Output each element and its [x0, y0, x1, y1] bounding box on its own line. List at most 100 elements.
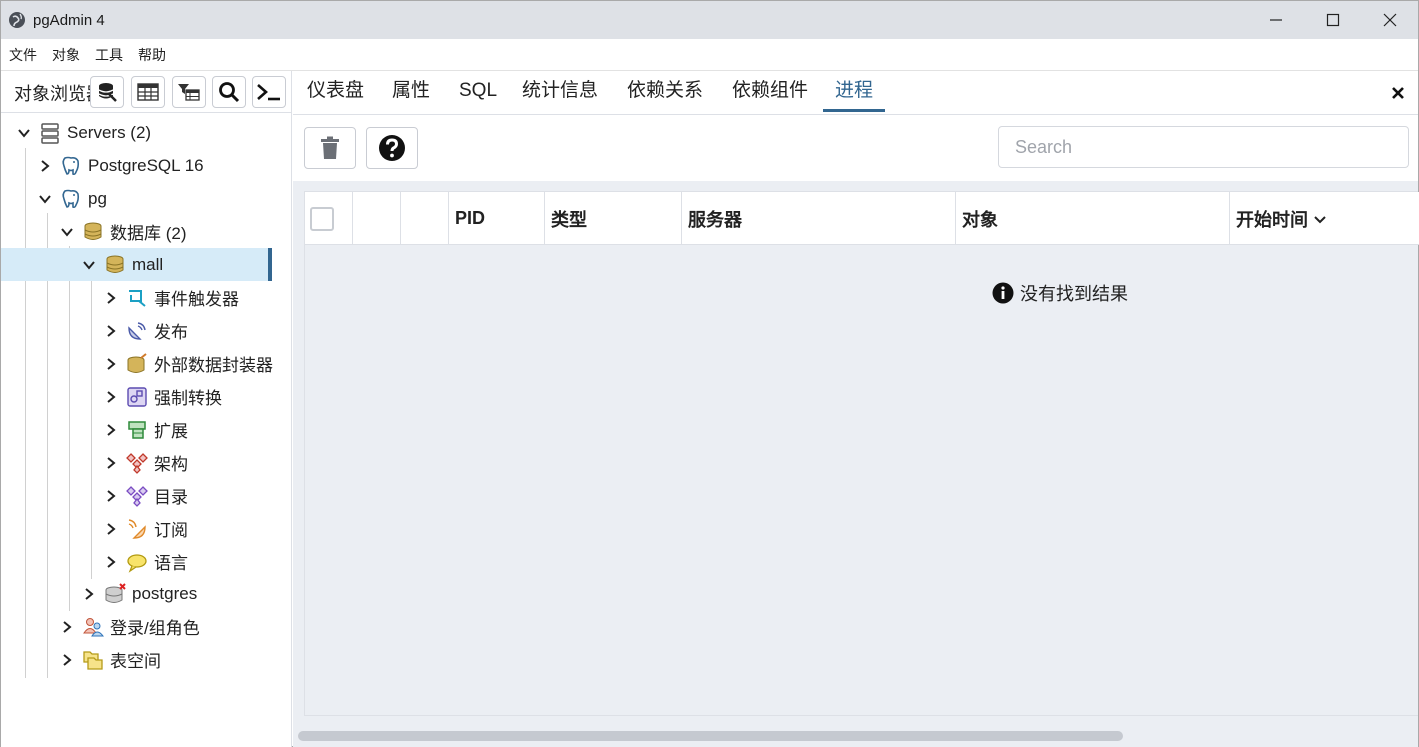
database-disconnected-icon: [104, 582, 126, 605]
query-tool-button[interactable]: [90, 76, 124, 108]
menu-file[interactable]: 文件: [9, 45, 37, 65]
process-toolbar: [293, 115, 1418, 181]
empty-message: 没有找到结果: [1020, 284, 1128, 304]
extension-icon: [126, 419, 148, 441]
chevron-right-icon[interactable]: [104, 423, 118, 437]
column-header-start-time[interactable]: 开始时间: [1230, 192, 1419, 245]
chevron-right-icon[interactable]: [104, 456, 118, 470]
tree-node-schemas[interactable]: 架构: [104, 446, 188, 479]
minimize-button[interactable]: [1248, 1, 1304, 39]
chevron-right-icon[interactable]: [104, 291, 118, 305]
menu-help[interactable]: 帮助: [138, 45, 166, 65]
tree-node-label: 强制转换: [154, 389, 222, 408]
tree-node-servers[interactable]: Servers (2): [17, 116, 151, 149]
tree-node-catalogs[interactable]: 目录: [104, 479, 188, 512]
tree-node-publications[interactable]: 发布: [104, 314, 188, 347]
roles-icon: [82, 616, 104, 638]
chevron-down-icon[interactable]: [17, 126, 31, 140]
app-globe-icon: [9, 12, 25, 28]
chevron-right-icon[interactable]: [38, 159, 52, 173]
tree-node-label: 发布: [154, 323, 188, 342]
chevron-down-icon[interactable]: [82, 258, 96, 272]
tree-node-postgresql-16[interactable]: PostgreSQL 16: [38, 149, 204, 182]
terminate-button[interactable]: [304, 127, 356, 169]
cast-icon: [126, 386, 148, 408]
chevron-right-icon[interactable]: [60, 653, 74, 667]
horizontal-scrollbar[interactable]: [293, 726, 1418, 747]
menu-object[interactable]: 对象: [52, 45, 80, 65]
subscription-icon: [126, 518, 148, 540]
tree-node-subscriptions[interactable]: 订阅: [104, 512, 188, 545]
column-header-server[interactable]: 服务器: [682, 192, 956, 245]
title-bar: pgAdmin 4: [1, 1, 1418, 39]
process-grid: PID 类型 服务器 对象 开始时间 没有找到结果: [304, 191, 1419, 716]
tab-dashboard[interactable]: 仪表盘: [295, 79, 376, 112]
trash-icon: [321, 136, 339, 159]
tree-node-tablespaces[interactable]: 表空间: [60, 643, 161, 676]
chevron-right-icon[interactable]: [104, 489, 118, 503]
maximize-button[interactable]: [1305, 1, 1361, 39]
tab-processes[interactable]: 进程: [823, 79, 886, 112]
postgres-elephant-icon: [60, 155, 82, 177]
column-header-type[interactable]: 类型: [545, 192, 682, 245]
chevron-right-icon[interactable]: [104, 555, 118, 569]
table-grid-icon: [137, 83, 159, 101]
view-data-button[interactable]: [131, 76, 165, 108]
fdw-icon: [126, 352, 148, 375]
search-icon: [219, 82, 240, 103]
tree-node-fdw[interactable]: 外部数据封装器: [104, 347, 273, 380]
tree-node-label: 外部数据封装器: [154, 356, 273, 375]
browser-toolbar: 对象浏览器: [1, 71, 291, 113]
tablespaces-icon: [82, 649, 104, 671]
tree-node-event-triggers[interactable]: 事件触发器: [104, 281, 239, 314]
search-objects-button[interactable]: [212, 76, 246, 108]
column-header-object[interactable]: 对象: [956, 192, 1230, 245]
publication-icon: [126, 320, 148, 342]
tree-node-label: 目录: [154, 488, 188, 507]
tree-node-extensions[interactable]: 扩展: [104, 413, 188, 446]
search-input[interactable]: [998, 126, 1409, 168]
close-tab-button[interactable]: [1388, 83, 1408, 103]
chevron-down-icon[interactable]: [38, 192, 52, 206]
tab-properties[interactable]: 属性: [380, 79, 442, 112]
tree-node-label: 事件触发器: [154, 290, 239, 309]
databases-icon: [82, 221, 104, 243]
tree-node-casts[interactable]: 强制转换: [104, 380, 222, 413]
tree-node-label: 数据库 (2): [110, 224, 187, 243]
tab-sql[interactable]: SQL: [447, 79, 509, 112]
tree-node-languages[interactable]: 语言: [104, 545, 188, 578]
chevron-right-icon[interactable]: [104, 390, 118, 404]
chevron-down-icon[interactable]: [60, 225, 74, 239]
psql-tool-button[interactable]: [252, 76, 286, 108]
tree-guide-line: [25, 148, 26, 678]
tree-node-label: 扩展: [154, 422, 188, 441]
tree-node-login-roles[interactable]: 登录/组角色: [60, 610, 200, 643]
select-all-cell: [305, 192, 353, 245]
select-all-checkbox[interactable]: [310, 206, 334, 231]
chevron-right-icon[interactable]: [104, 522, 118, 536]
minimize-icon: [1270, 19, 1282, 21]
tab-dependents[interactable]: 依赖组件: [720, 79, 820, 112]
filtered-rows-button[interactable]: [172, 76, 206, 108]
tree-node-label: Servers (2): [67, 122, 152, 142]
chevron-right-icon[interactable]: [104, 324, 118, 338]
tab-dependencies[interactable]: 依赖关系: [615, 79, 715, 112]
tree-node-label: 登录/组角色: [110, 619, 200, 638]
tree-node-label: postgres: [132, 583, 198, 603]
chevron-right-icon[interactable]: [104, 357, 118, 371]
scrollbar-thumb[interactable]: [298, 731, 1123, 741]
help-icon: [379, 135, 405, 161]
tab-statistics[interactable]: 统计信息: [510, 79, 610, 112]
tree-node-databases[interactable]: 数据库 (2): [60, 215, 187, 248]
tree-node-postgres-db[interactable]: postgres: [82, 577, 197, 610]
postgres-elephant-icon: [60, 188, 82, 210]
tree-node-pg[interactable]: pg: [38, 182, 107, 215]
tree-node-mall[interactable]: mall: [1, 248, 272, 281]
menu-tools[interactable]: 工具: [95, 45, 123, 65]
chevron-right-icon[interactable]: [60, 620, 74, 634]
column-header-pid[interactable]: PID: [449, 192, 545, 245]
close-window-button[interactable]: [1362, 1, 1418, 39]
empty-state: 没有找到结果: [992, 280, 1128, 306]
help-button[interactable]: [366, 127, 418, 169]
chevron-right-icon[interactable]: [82, 587, 96, 601]
